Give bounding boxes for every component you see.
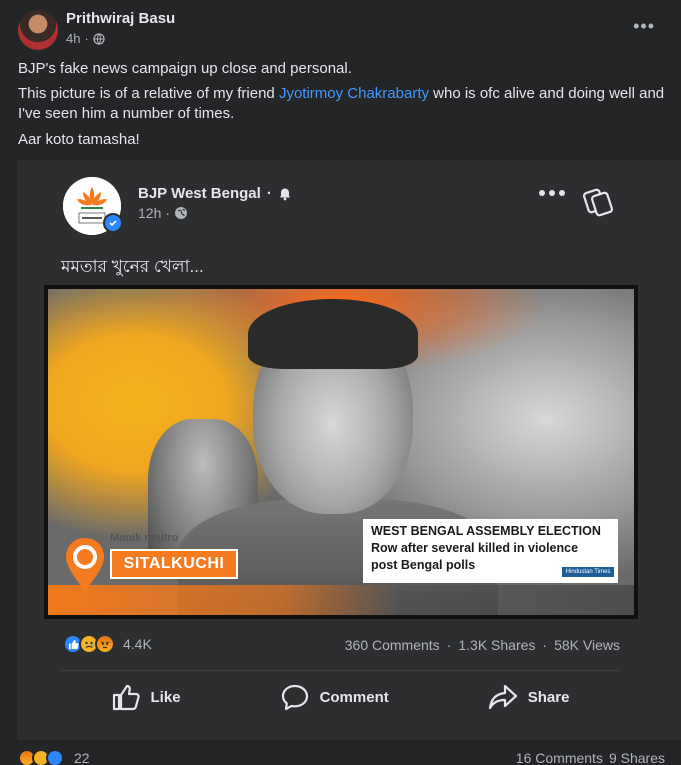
share-button[interactable]: Share	[488, 683, 570, 711]
shared-post-text: মমতার খুনের খেলা...	[61, 257, 204, 276]
shared-page-name-text[interactable]: BJP West Bengal	[138, 185, 261, 202]
post-text-segment: This picture is of a relative of my frie…	[18, 85, 279, 102]
angry-reaction-icon	[95, 634, 115, 654]
divider	[61, 670, 619, 671]
shared-reactions[interactable]: 4.4K	[63, 634, 152, 654]
comment-icon	[281, 684, 308, 711]
share-arrow-icon	[488, 684, 517, 710]
location-label: SITALKUCHI	[110, 549, 238, 579]
author-name[interactable]: Prithwiraj Basu	[66, 10, 175, 27]
post-stats: 16 Comments 9 Shares	[516, 750, 665, 765]
post-comments-count[interactable]: 16 Comments	[516, 750, 603, 765]
post-reaction-count[interactable]: 22	[74, 750, 90, 765]
shared-options-icon[interactable]	[539, 190, 565, 196]
shared-post-image[interactable]: Manik moitro SITALKUCHI WEST BENGAL ASSE…	[44, 285, 638, 619]
shared-views-count: 58K Views	[554, 637, 620, 653]
location-pin-icon	[66, 538, 104, 590]
location-person: Manik moitro	[110, 532, 179, 544]
name-separator: ·	[266, 185, 272, 202]
share-label: Share	[527, 688, 570, 706]
shared-comments-count[interactable]: 360 Comments	[345, 637, 440, 653]
shared-page-name[interactable]: BJP West Bengal ·	[138, 185, 292, 202]
comment-button[interactable]: Comment	[280, 683, 389, 711]
person-hair	[248, 299, 418, 369]
facebook-post: Prithwiraj Basu 4h · ••• BJP's fake news…	[0, 0, 681, 765]
globe-icon	[175, 207, 188, 219]
post-options-icon[interactable]: •••	[633, 16, 655, 37]
news-subline: Row after several killed in violence	[371, 541, 579, 555]
bell-icon[interactable]	[278, 187, 292, 201]
post-time[interactable]: 4h	[66, 31, 80, 46]
like-label: Like	[150, 688, 181, 706]
post-shares-count[interactable]: 9 Shares	[609, 750, 665, 765]
shared-reaction-count[interactable]: 4.4K	[123, 636, 152, 652]
thumbs-up-icon	[112, 684, 140, 711]
mention-link[interactable]: Jyotirmoy Chakrabarty	[279, 85, 429, 102]
author-avatar[interactable]	[18, 10, 58, 50]
post-reactions[interactable]: 22	[18, 749, 90, 765]
shared-post-time[interactable]: 12h	[138, 205, 161, 221]
shared-post-meta: 12h ·	[138, 205, 188, 221]
shared-action-bar: Like Comment Share	[61, 683, 619, 711]
save-post-icon[interactable]	[583, 187, 615, 217]
news-source-logo: Hindustan Times	[562, 567, 614, 577]
comment-label: Comment	[319, 688, 389, 706]
post-text-line-2: This picture is of a relative of my frie…	[18, 84, 668, 124]
post-text-line-3: Aar koto tamasha!	[18, 131, 140, 148]
like-button[interactable]: Like	[111, 683, 181, 711]
shared-shares-count[interactable]: 1.3K Shares	[458, 637, 535, 653]
shared-stats: 360 Comments · 1.3K Shares · 58K Views	[344, 637, 620, 653]
globe-icon	[93, 32, 105, 45]
shared-post[interactable]: BJP West Bengal · 12h · মমতার খুনের খেলা…	[17, 160, 681, 740]
post-text-line-1: BJP's fake news campaign up close and pe…	[18, 60, 352, 77]
news-headline: WEST BENGAL ASSEMBLY ELECTION	[371, 524, 601, 538]
like-reaction-icon	[46, 749, 64, 765]
news-caption: WEST BENGAL ASSEMBLY ELECTION Row after …	[363, 519, 618, 583]
verified-badge-icon	[103, 213, 123, 233]
post-meta: 4h ·	[66, 31, 105, 46]
